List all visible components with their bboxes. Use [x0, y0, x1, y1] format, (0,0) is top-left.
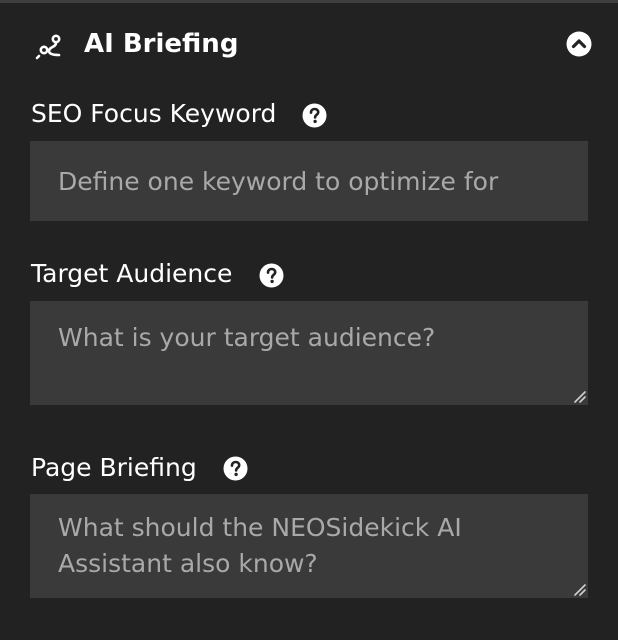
page-briefing-textarea[interactable] — [30, 494, 588, 598]
target-audience-textarea[interactable] — [30, 301, 588, 405]
ai-briefing-panel: AI Briefing SEO Focus Keyword Target Aud… — [0, 0, 618, 640]
seo-keyword-label: SEO Focus Keyword — [31, 99, 277, 128]
target-audience-help-icon[interactable] — [259, 263, 284, 288]
target-audience-label: Target Audience — [31, 259, 233, 288]
ai-briefing-icon — [35, 34, 61, 60]
page-briefing-label: Page Briefing — [31, 453, 197, 482]
ai-briefing-header[interactable]: AI Briefing — [0, 3, 618, 85]
seo-keyword-input[interactable] — [30, 141, 588, 221]
target-audience-resize-handle[interactable] — [572, 389, 586, 403]
section-title: AI Briefing — [84, 29, 239, 59]
seo-keyword-help-icon[interactable] — [302, 103, 327, 128]
page-briefing-resize-handle[interactable] — [572, 582, 586, 596]
chevron-up-circle-icon[interactable] — [566, 31, 592, 57]
page-briefing-help-icon[interactable] — [223, 456, 248, 481]
